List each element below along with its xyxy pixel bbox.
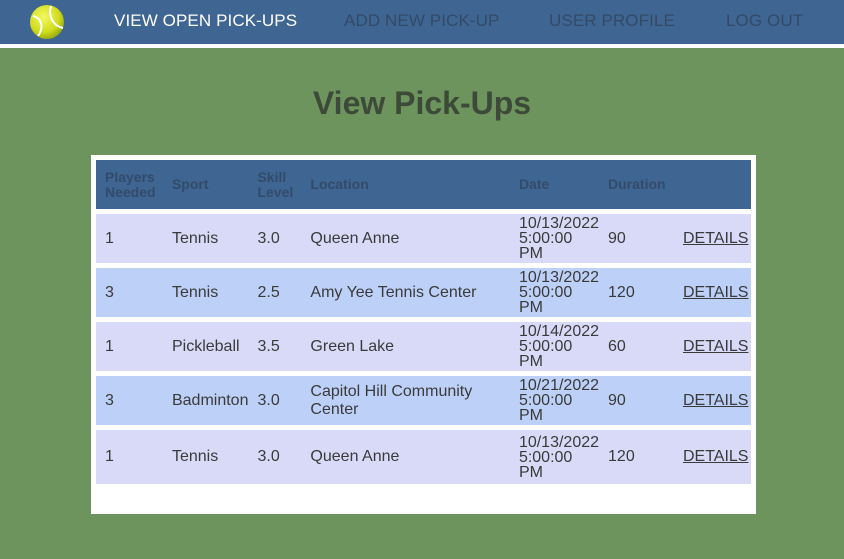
cell-date: 10/14/2022 5:00:00 PM xyxy=(509,322,600,376)
details-link[interactable]: DETAILS xyxy=(683,338,749,355)
cell-skill-level: 3.0 xyxy=(248,376,302,430)
nav-add-new-pickup[interactable]: ADD NEW PICK-UP xyxy=(344,11,499,31)
tennis-ball-icon[interactable] xyxy=(29,4,65,40)
cell-date: 10/13/2022 5:00:00 PM xyxy=(509,268,600,322)
cell-date-time: 5:00:00 PM xyxy=(518,392,573,424)
table-row: 1 Tennis 3.0 Queen Anne 10/13/2022 5:00:0… xyxy=(96,430,751,484)
table-row: 3 Badminton 3.0 Capitol Hill Community C… xyxy=(96,376,751,430)
nav-view-open-pickups[interactable]: VIEW OPEN PICK-UPS xyxy=(114,11,297,31)
cell-details: DETAILS xyxy=(673,430,751,484)
details-link[interactable]: DETAILS xyxy=(683,284,749,301)
cell-details: DETAILS xyxy=(673,268,751,322)
cell-duration: 90 xyxy=(599,376,674,430)
table-row: 1 Pickleball 3.5 Green Lake 10/14/2022 5:… xyxy=(96,322,751,376)
cell-date: 10/13/2022 5:00:00 PM xyxy=(509,214,600,268)
cell-players-needed: 3 xyxy=(96,268,163,322)
cell-location: Amy Yee Tennis Center xyxy=(301,268,510,322)
details-link[interactable]: DETAILS xyxy=(683,448,749,465)
cell-details: DETAILS xyxy=(673,376,751,430)
nav-log-out[interactable]: LOG OUT xyxy=(726,11,803,31)
cell-duration: 120 xyxy=(599,430,674,484)
cell-location: Capitol Hill Community Center xyxy=(301,376,510,430)
cell-location: Green Lake xyxy=(301,322,510,376)
cell-date: 10/13/2022 5:00:00 PM xyxy=(509,430,600,484)
details-link[interactable]: DETAILS xyxy=(683,392,749,409)
cell-date-time: 5:00:00 PM xyxy=(518,284,573,316)
header-date: Date xyxy=(509,160,600,214)
cell-date: 10/21/2022 5:00:00 PM xyxy=(509,376,600,430)
header-duration: Duration xyxy=(599,160,674,214)
cell-location: Queen Anne xyxy=(301,430,510,484)
nav-user-profile[interactable]: USER PROFILE xyxy=(549,11,675,31)
table-row: 3 Tennis 2.5 Amy Yee Tennis Center 10/13… xyxy=(96,268,751,322)
cell-sport: Tennis xyxy=(162,214,249,268)
header-players-needed: Players Needed xyxy=(96,160,163,214)
cell-details: DETAILS xyxy=(673,214,751,268)
header-details xyxy=(673,160,751,214)
cell-duration: 60 xyxy=(599,322,674,376)
cell-sport: Badminton xyxy=(162,376,249,430)
pickups-table-container: Players Needed Sport Skill Level Locatio… xyxy=(91,155,756,514)
table-header-row: Players Needed Sport Skill Level Locatio… xyxy=(96,160,751,214)
cell-skill-level: 3.0 xyxy=(248,214,302,268)
header-skill-level: Skill Level xyxy=(248,160,302,214)
pickups-table: Players Needed Sport Skill Level Locatio… xyxy=(96,160,751,484)
cell-duration: 90 xyxy=(599,214,674,268)
details-link[interactable]: DETAILS xyxy=(683,230,749,247)
header-location: Location xyxy=(301,160,510,214)
cell-details: DETAILS xyxy=(673,322,751,376)
page-title: View Pick-Ups xyxy=(312,85,532,121)
cell-players-needed: 1 xyxy=(96,430,163,484)
cell-sport: Tennis xyxy=(162,268,249,322)
cell-location: Queen Anne xyxy=(301,214,510,268)
header-sport: Sport xyxy=(162,160,249,214)
cell-players-needed: 3 xyxy=(96,376,163,430)
cell-duration: 120 xyxy=(599,268,674,322)
cell-date-time: 5:00:00 PM xyxy=(518,448,573,481)
cell-sport: Pickleball xyxy=(162,322,249,376)
cell-players-needed: 1 xyxy=(96,322,163,376)
cell-skill-level: 2.5 xyxy=(248,268,302,322)
cell-skill-level: 3.5 xyxy=(248,322,302,376)
table-row: 1 Tennis 3.0 Queen Anne 10/13/2022 5:00:0… xyxy=(96,214,751,268)
cell-date-time: 5:00:00 PM xyxy=(518,230,573,262)
cell-sport: Tennis xyxy=(162,430,249,484)
top-navbar: VIEW OPEN PICK-UPS ADD NEW PICK-UP USER … xyxy=(0,0,844,48)
cell-date-time: 5:00:00 PM xyxy=(518,338,573,370)
cell-players-needed: 1 xyxy=(96,214,163,268)
cell-skill-level: 3.0 xyxy=(248,430,302,484)
